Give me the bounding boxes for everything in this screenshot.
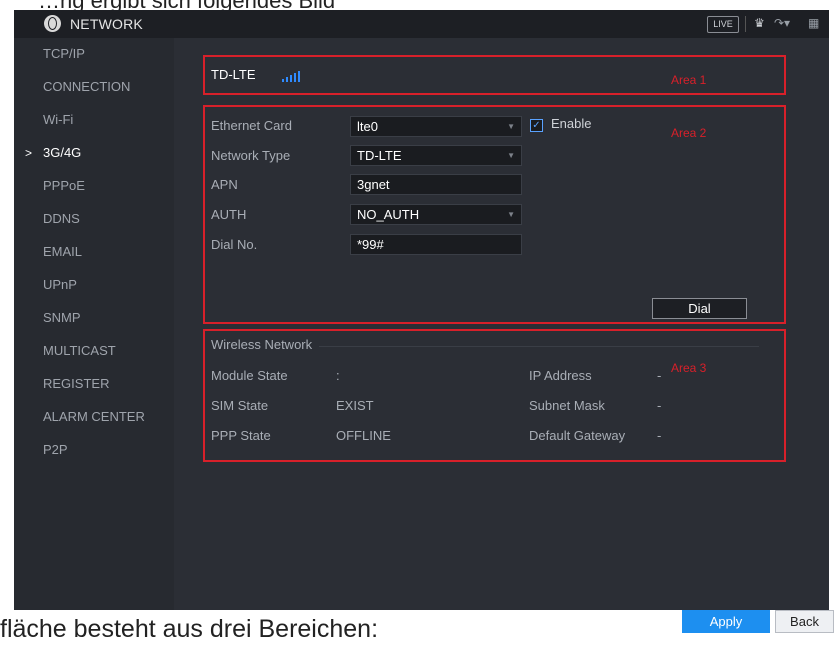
titlebar-divider — [745, 16, 746, 32]
area-3-wireless-status: Wireless Network Module State : IP Addre… — [203, 329, 786, 462]
subnet-mask-value: - — [657, 398, 662, 413]
area-1-tag: Area 1 — [671, 73, 707, 87]
document-caption-top: …ng ergibt sich folgendes Bild — [38, 0, 335, 10]
apn-value: 3gnet — [357, 177, 390, 192]
default-gateway-value: - — [657, 428, 662, 443]
chevron-down-icon: ▼ — [507, 151, 515, 160]
auth-label: AUTH — [211, 207, 247, 222]
network-mode-label: TD-LTE — [211, 67, 256, 82]
user-icon[interactable]: ♛ — [754, 16, 765, 30]
network-type-label: Network Type — [211, 148, 291, 163]
sidebar-item-label: DDNS — [43, 211, 80, 226]
chevron-right-icon: > — [25, 146, 33, 160]
live-button[interactable]: LIVE — [707, 16, 739, 33]
ip-address-value: - — [657, 368, 662, 383]
sidebar-item-register[interactable]: REGISTER — [14, 368, 174, 400]
area-3-tag: Area 3 — [671, 361, 707, 375]
sidebar: TCP/IP CONNECTION Wi-Fi > 3G/4G PPPoE DD… — [14, 38, 174, 610]
sidebar-item-label: SNMP — [43, 310, 81, 325]
wireless-network-heading: Wireless Network — [211, 337, 313, 352]
sidebar-item-tcpip[interactable]: TCP/IP — [14, 38, 174, 70]
sidebar-item-label: TCP/IP — [43, 46, 85, 61]
module-state-label: Module State — [211, 368, 288, 383]
sim-state-value: EXIST — [336, 398, 374, 413]
sidebar-item-label: MULTICAST — [43, 343, 116, 358]
apn-input[interactable]: 3gnet — [350, 174, 522, 195]
sidebar-item-label: P2P — [43, 442, 68, 457]
module-state-value: : — [336, 368, 340, 383]
ethernet-card-label: Ethernet Card — [211, 118, 292, 133]
subnet-mask-label: Subnet Mask — [529, 398, 605, 413]
chevron-down-icon: ▼ — [507, 122, 515, 131]
sidebar-item-label: ALARM CENTER — [43, 409, 145, 424]
enable-checkbox[interactable]: ✓ — [530, 119, 543, 132]
apn-label: APN — [211, 177, 238, 192]
grid-icon[interactable]: ▦ — [808, 16, 819, 30]
content-panel: TD-LTE Area 1 Ethernet Card lte0 ▼ ✓ Ena… — [174, 38, 829, 610]
signal-strength-icon — [282, 71, 302, 82]
sidebar-item-ddns[interactable]: DDNS — [14, 203, 174, 235]
dial-no-label: Dial No. — [211, 237, 258, 252]
network-type-value: TD-LTE — [357, 148, 402, 163]
sidebar-item-label: Wi-Fi — [43, 112, 74, 127]
document-caption-bottom: fläche besteht aus drei Bereichen: — [0, 615, 379, 643]
ethernet-card-select[interactable]: lte0 ▼ — [350, 116, 522, 137]
back-button[interactable]: Back — [775, 610, 834, 633]
network-settings-screen: NETWORK LIVE ♛ ↷▾ ▦ TCP/IP CONNECTION Wi… — [14, 10, 829, 610]
sidebar-item-3g4g[interactable]: > 3G/4G — [14, 137, 174, 169]
default-gateway-label: Default Gateway — [529, 428, 626, 443]
sidebar-item-connection[interactable]: CONNECTION — [14, 71, 174, 103]
sidebar-item-label: UPnP — [43, 277, 77, 292]
ppp-state-value: OFFLINE — [336, 428, 391, 443]
area-1-status: TD-LTE Area 1 — [203, 55, 786, 95]
section-divider — [319, 346, 759, 347]
sim-state-label: SIM State — [211, 398, 269, 413]
dial-button[interactable]: Dial — [652, 298, 747, 319]
sidebar-item-label: PPPoE — [43, 178, 85, 193]
ppp-state-label: PPP State — [211, 428, 271, 443]
sidebar-item-label: EMAIL — [43, 244, 83, 259]
sidebar-item-pppoe[interactable]: PPPoE — [14, 170, 174, 202]
dial-no-value: *99# — [357, 237, 384, 252]
sidebar-item-label: REGISTER — [43, 376, 110, 391]
sidebar-item-p2p[interactable]: P2P — [14, 434, 174, 466]
auth-value: NO_AUTH — [357, 207, 420, 222]
sidebar-item-snmp[interactable]: SNMP — [14, 302, 174, 334]
exit-icon[interactable]: ↷▾ — [774, 16, 790, 30]
network-globe-icon — [44, 15, 61, 32]
apply-button[interactable]: Apply — [682, 610, 770, 633]
sidebar-item-wifi[interactable]: Wi-Fi — [14, 104, 174, 136]
sidebar-item-label: 3G/4G — [43, 145, 82, 160]
area-2-settings: Ethernet Card lte0 ▼ ✓ Enable Area 2 Net… — [203, 105, 786, 324]
sidebar-item-email[interactable]: EMAIL — [14, 236, 174, 268]
title-bar: NETWORK LIVE ♛ ↷▾ ▦ — [14, 10, 829, 38]
document-top-text: …ng ergibt sich folgendes Bild — [0, 0, 835, 10]
page-title: NETWORK — [70, 16, 143, 32]
sidebar-item-label: CONNECTION — [43, 79, 131, 94]
sidebar-item-alarm-center[interactable]: ALARM CENTER — [14, 401, 174, 433]
dial-no-input[interactable]: *99# — [350, 234, 522, 255]
sidebar-item-upnp[interactable]: UPnP — [14, 269, 174, 301]
auth-select[interactable]: NO_AUTH ▼ — [350, 204, 522, 225]
enable-label: Enable — [551, 116, 592, 131]
ethernet-card-value: lte0 — [357, 119, 378, 134]
area-2-tag: Area 2 — [671, 126, 707, 140]
ip-address-label: IP Address — [529, 368, 592, 383]
sidebar-item-multicast[interactable]: MULTICAST — [14, 335, 174, 367]
chevron-down-icon: ▼ — [507, 210, 515, 219]
network-type-select[interactable]: TD-LTE ▼ — [350, 145, 522, 166]
